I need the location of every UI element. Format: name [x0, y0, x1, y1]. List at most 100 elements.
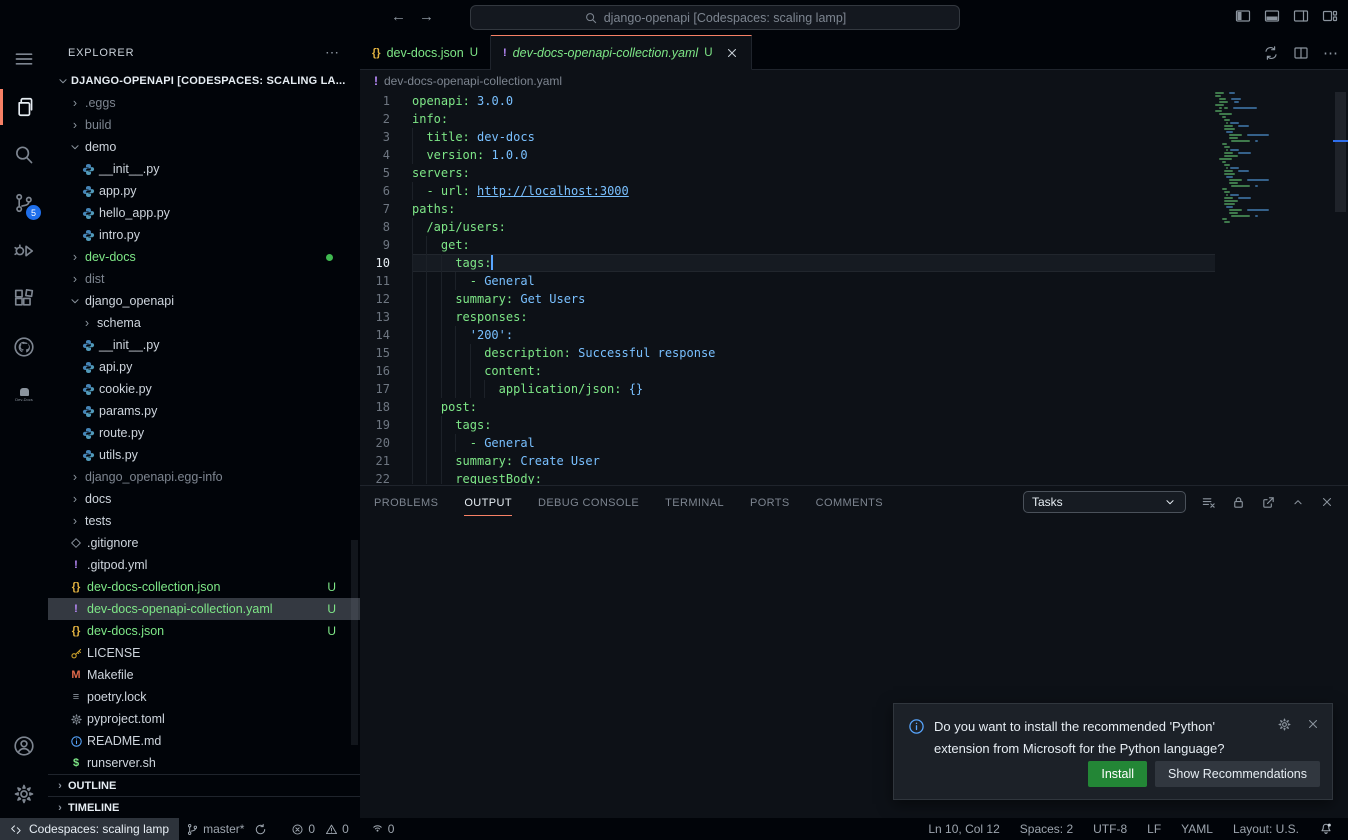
- panel-tab-output[interactable]: OUTPUT: [464, 489, 512, 516]
- code-line-16[interactable]: 16content:: [360, 362, 1215, 380]
- tree-item-django_openapi[interactable]: django_openapi: [48, 290, 360, 312]
- customize-layout-icon[interactable]: [1320, 6, 1340, 26]
- status-lf[interactable]: LF: [1140, 818, 1168, 840]
- activitybar-settings[interactable]: [0, 770, 48, 818]
- sync-icon[interactable]: [254, 823, 267, 836]
- panel-tab-problems[interactable]: PROBLEMS: [374, 489, 438, 515]
- outline-section[interactable]: › OUTLINE: [48, 774, 360, 796]
- tree-item-django_openapi.egg-info[interactable]: ›django_openapi.egg-info: [48, 466, 360, 488]
- notification-close-icon[interactable]: [1306, 717, 1320, 732]
- status-ln-10-col-12[interactable]: Ln 10, Col 12: [921, 818, 1006, 840]
- remote-indicator[interactable]: Codespaces: scaling lamp: [0, 818, 179, 840]
- problems-status[interactable]: 0 0: [284, 818, 355, 840]
- output-channel-select[interactable]: Tasks: [1023, 491, 1186, 513]
- breadcrumb[interactable]: ! dev-docs-openapi-collection.yaml: [360, 70, 1348, 92]
- git-branch-status[interactable]: master*: [179, 818, 274, 840]
- code-line-11[interactable]: 11- General: [360, 272, 1215, 290]
- editor-scrollbar[interactable]: [1333, 92, 1348, 484]
- activitybar-run-debug[interactable]: [0, 227, 48, 275]
- activitybar-github[interactable]: [0, 323, 48, 371]
- code-line-1[interactable]: 1openapi: 3.0.0: [360, 92, 1215, 110]
- code-line-20[interactable]: 20- General: [360, 434, 1215, 452]
- tree-item-app.py[interactable]: app.py: [48, 180, 360, 202]
- tree-item-utils.py[interactable]: utils.py: [48, 444, 360, 466]
- code-line-19[interactable]: 19tags:: [360, 416, 1215, 434]
- code-line-21[interactable]: 21summary: Create User: [360, 452, 1215, 470]
- code-editor[interactable]: 1openapi: 3.0.02info:3title: dev-docs4ve…: [360, 92, 1215, 484]
- code-line-13[interactable]: 13responses:: [360, 308, 1215, 326]
- panel-tab-comments[interactable]: COMMENTS: [816, 489, 883, 515]
- panel-tab-terminal[interactable]: TERMINAL: [665, 489, 724, 515]
- code-line-15[interactable]: 15description: Successful response: [360, 344, 1215, 362]
- code-line-12[interactable]: 12summary: Get Users: [360, 290, 1215, 308]
- more-actions-icon[interactable]: ⋯: [1323, 44, 1338, 62]
- code-line-7[interactable]: 7paths:: [360, 200, 1215, 218]
- timeline-section[interactable]: › TIMELINE: [48, 796, 360, 818]
- tree-item-api.py[interactable]: api.py: [48, 356, 360, 378]
- tree-item-build[interactable]: ›build: [48, 114, 360, 136]
- tree-item-.gitignore[interactable]: .gitignore: [48, 532, 360, 554]
- tree-item-route.py[interactable]: route.py: [48, 422, 360, 444]
- tree-item-Makefile[interactable]: MMakefile: [48, 664, 360, 686]
- tree-item-dev-docs-openapi-collection.yaml[interactable]: !dev-docs-openapi-collection.yamlU: [48, 598, 360, 620]
- tree-item-schema[interactable]: ›schema: [48, 312, 360, 334]
- install-button[interactable]: Install: [1088, 761, 1147, 787]
- tree-item-pyproject.toml[interactable]: pyproject.toml: [48, 708, 360, 730]
- tree-item-.gitpod.yml[interactable]: !.gitpod.yml: [48, 554, 360, 576]
- tree-item-.eggs[interactable]: ›.eggs: [48, 92, 360, 114]
- tree-item-dev-docs.json[interactable]: {}dev-docs.jsonU: [48, 620, 360, 642]
- tree-item-hello_app.py[interactable]: hello_app.py: [48, 202, 360, 224]
- clear-output-icon[interactable]: [1201, 495, 1216, 510]
- code-line-18[interactable]: 18post:: [360, 398, 1215, 416]
- notifications-bell-icon[interactable]: [1312, 818, 1340, 840]
- forward-arrow-icon[interactable]: →: [419, 8, 434, 25]
- status-yaml[interactable]: YAML: [1174, 818, 1220, 840]
- maximize-panel-icon[interactable]: [1291, 495, 1305, 509]
- tree-item-params.py[interactable]: params.py: [48, 400, 360, 422]
- tree-item-dev-docs[interactable]: ›dev-docs: [48, 246, 360, 268]
- toggle-secondary-sidebar-icon[interactable]: [1291, 6, 1311, 26]
- editor-tab-dev-docs.json[interactable]: {}dev-docs.jsonU: [360, 35, 491, 70]
- toggle-sidebar-icon[interactable]: [1233, 6, 1253, 26]
- tab-close-icon[interactable]: [725, 46, 739, 60]
- tree-root[interactable]: DJANGO-OPENAPI [CODESPACES: SCALING LA..…: [48, 70, 360, 92]
- tree-item-README.md[interactable]: README.md: [48, 730, 360, 752]
- status-utf-8[interactable]: UTF-8: [1086, 818, 1134, 840]
- code-line-2[interactable]: 2info:: [360, 110, 1215, 128]
- tree-item-cookie.py[interactable]: cookie.py: [48, 378, 360, 400]
- open-changes-icon[interactable]: [1263, 45, 1279, 61]
- back-arrow-icon[interactable]: ←: [391, 8, 406, 25]
- code-line-22[interactable]: 22requestBody:: [360, 470, 1215, 484]
- split-editor-icon[interactable]: [1293, 45, 1309, 61]
- notification-settings-icon[interactable]: [1277, 717, 1292, 732]
- code-line-3[interactable]: 3title: dev-docs: [360, 128, 1215, 146]
- explorer-more-actions-icon[interactable]: ⋯: [325, 44, 340, 61]
- code-line-14[interactable]: 14'200':: [360, 326, 1215, 344]
- command-center-search[interactable]: django-openapi [Codespaces: scaling lamp…: [470, 5, 960, 30]
- tree-item-intro.py[interactable]: intro.py: [48, 224, 360, 246]
- code-line-6[interactable]: 6- url: http://localhost:3000: [360, 182, 1215, 200]
- editor-tab-dev-docs-openapi-collection.yaml[interactable]: !dev-docs-openapi-collection.yamlU: [491, 35, 752, 70]
- tree-item-tests[interactable]: ›tests: [48, 510, 360, 532]
- status-layout[interactable]: Layout: U.S.: [1226, 818, 1306, 840]
- tree-item-runserver.sh[interactable]: $runserver.sh: [48, 752, 360, 774]
- ports-status[interactable]: 0: [364, 818, 402, 840]
- activitybar-search[interactable]: [0, 131, 48, 179]
- lock-scroll-icon[interactable]: [1231, 495, 1246, 510]
- sidebar-scrollbar[interactable]: [351, 540, 358, 745]
- code-line-17[interactable]: 17application/json: {}: [360, 380, 1215, 398]
- tree-item-poetry.lock[interactable]: ≡poetry.lock: [48, 686, 360, 708]
- panel-tab-ports[interactable]: PORTS: [750, 489, 790, 515]
- tree-item-docs[interactable]: ›docs: [48, 488, 360, 510]
- activitybar-menu[interactable]: [0, 35, 48, 83]
- code-line-5[interactable]: 5servers:: [360, 164, 1215, 182]
- minimap[interactable]: [1215, 92, 1332, 484]
- tree-item-LICENSE[interactable]: LICENSE: [48, 642, 360, 664]
- status-spaces[interactable]: Spaces: 2: [1013, 818, 1080, 840]
- code-line-8[interactable]: 8/api/users:: [360, 218, 1215, 236]
- code-line-4[interactable]: 4version: 1.0.0: [360, 146, 1215, 164]
- toggle-panel-icon[interactable]: [1262, 6, 1282, 26]
- activitybar-account[interactable]: [0, 722, 48, 770]
- show-recommendations-button[interactable]: Show Recommendations: [1155, 761, 1320, 787]
- close-panel-icon[interactable]: [1320, 495, 1334, 509]
